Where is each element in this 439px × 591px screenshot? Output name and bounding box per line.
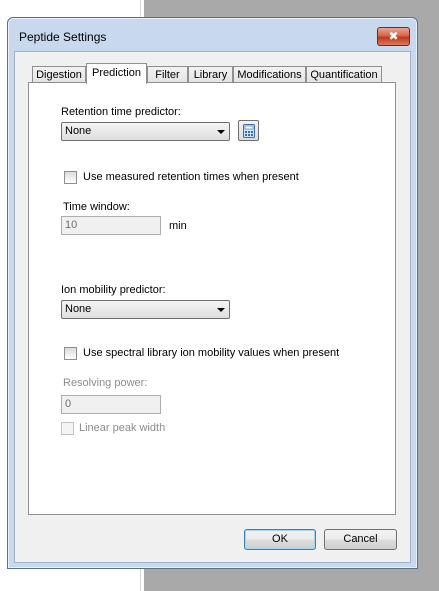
- time-window-input[interactable]: 10: [61, 216, 161, 235]
- use-measured-retention-label: Use measured retention times when presen…: [83, 171, 299, 183]
- use-library-ion-mobility-label: Use spectral library ion mobility values…: [83, 347, 340, 359]
- tab-modifications[interactable]: Modifications: [233, 66, 306, 83]
- chevron-down-icon: [217, 130, 225, 134]
- close-icon: ✖: [388, 29, 399, 43]
- use-library-ion-mobility-checkbox[interactable]: [64, 347, 77, 360]
- cancel-button[interactable]: Cancel: [324, 529, 397, 550]
- linear-peak-width-label: Linear peak width: [79, 422, 166, 434]
- resolving-power-input[interactable]: 0: [61, 395, 161, 414]
- tab-digestion[interactable]: Digestion: [32, 66, 86, 83]
- dialog-client-area: Digestion Prediction Filter Library Modi…: [14, 51, 411, 563]
- ok-button[interactable]: OK: [244, 529, 316, 550]
- tab-quantification[interactable]: Quantification: [306, 66, 382, 83]
- dialog-title: Peptide Settings: [19, 30, 107, 44]
- peptide-settings-dialog: Peptide Settings ✖ Digestion Prediction …: [7, 17, 418, 569]
- resolving-power-label: Resolving power:: [63, 377, 148, 389]
- time-window-unit: min: [169, 220, 187, 232]
- ion-mobility-predictor-dropdown[interactable]: None: [61, 300, 230, 319]
- tab-library[interactable]: Library: [188, 66, 233, 83]
- tab-prediction[interactable]: Prediction: [86, 63, 147, 84]
- retention-predictor-label: Retention time predictor:: [61, 106, 181, 118]
- tab-filter[interactable]: Filter: [147, 66, 188, 83]
- use-measured-retention-checkbox[interactable]: [64, 171, 77, 184]
- close-button[interactable]: ✖: [377, 27, 410, 46]
- linear-peak-width-checkbox[interactable]: [61, 422, 74, 435]
- retention-predictor-value: None: [65, 125, 92, 137]
- ion-mobility-predictor-value: None: [65, 303, 92, 315]
- ion-mobility-predictor-label: Ion mobility predictor:: [61, 284, 166, 296]
- retention-predictor-dropdown[interactable]: None: [61, 122, 230, 141]
- prediction-panel: Retention time predictor: None Use measu…: [28, 82, 396, 515]
- time-window-label: Time window:: [63, 201, 130, 213]
- calculator-button[interactable]: [238, 120, 259, 141]
- calculator-icon: [243, 124, 255, 138]
- chevron-down-icon: [217, 308, 225, 312]
